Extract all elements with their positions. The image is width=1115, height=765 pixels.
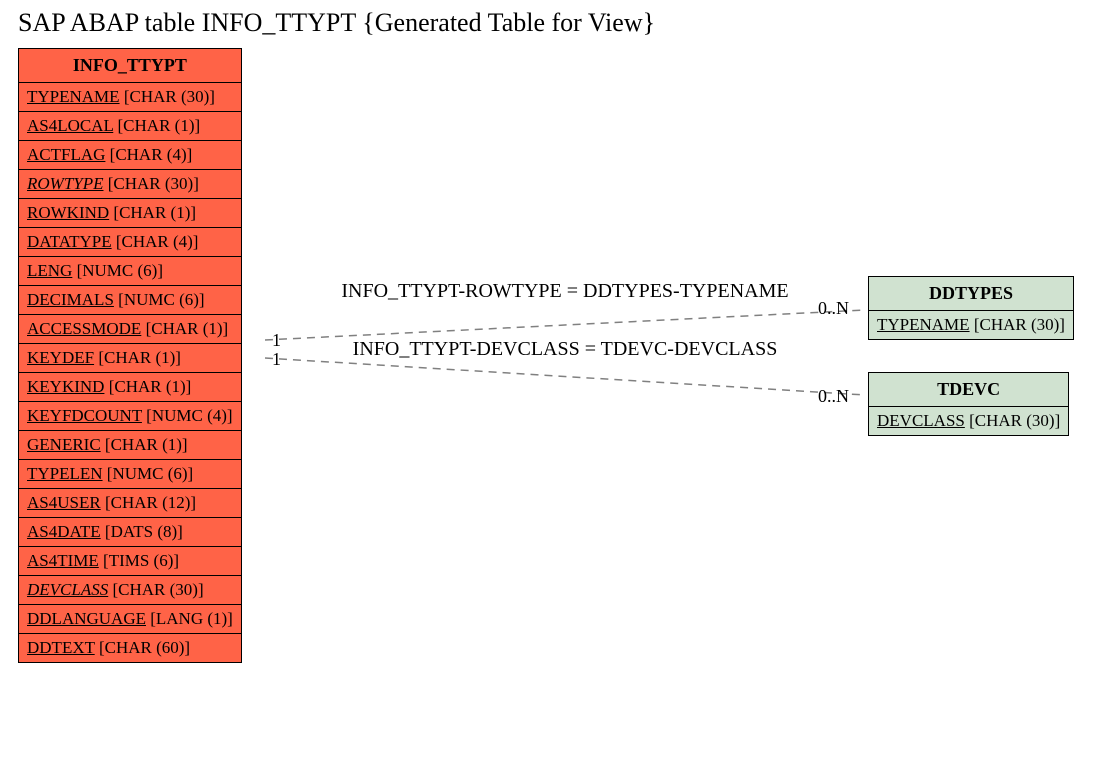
entity-info-ttypt: INFO_TTYPT TYPENAME [CHAR (30)]AS4LOCAL … — [18, 48, 242, 663]
relation-label-rowtype: INFO_TTYPT-ROWTYPE = DDTYPES-TYPENAME — [285, 280, 845, 303]
field-type: [NUMC (6)] — [77, 261, 163, 280]
field-row: TYPENAME [CHAR (30)] — [19, 83, 241, 112]
field-row: TYPELEN [NUMC (6)] — [19, 460, 241, 489]
field-row: DATATYPE [CHAR (4)] — [19, 228, 241, 257]
card-right-2: 0..N — [818, 386, 849, 407]
field-row: AS4USER [CHAR (12)] — [19, 489, 241, 518]
field-name: GENERIC — [27, 435, 101, 454]
field-type: [CHAR (1)] — [109, 377, 192, 396]
field-type: [CHAR (30)] — [969, 411, 1060, 430]
card-right-1: 0..N — [818, 298, 849, 319]
field-type: [CHAR (1)] — [146, 319, 229, 338]
field-row: AS4LOCAL [CHAR (1)] — [19, 112, 241, 141]
field-type: [CHAR (1)] — [98, 348, 181, 367]
field-name: ROWTYPE — [27, 174, 104, 193]
field-type: [CHAR (30)] — [108, 174, 199, 193]
field-name: TYPENAME — [877, 315, 970, 334]
field-type: [CHAR (1)] — [105, 435, 188, 454]
page-title: SAP ABAP table INFO_TTYPT {Generated Tab… — [18, 8, 655, 38]
field-name: AS4DATE — [27, 522, 101, 541]
field-type: [CHAR (30)] — [124, 87, 215, 106]
field-name: LENG — [27, 261, 72, 280]
field-type: [TIMS (6)] — [103, 551, 179, 570]
entity-tdevc-header: TDEVC — [869, 373, 1068, 407]
field-name: DECIMALS — [27, 290, 114, 309]
field-row: ACTFLAG [CHAR (4)] — [19, 141, 241, 170]
field-row: LENG [NUMC (6)] — [19, 257, 241, 286]
field-name: DEVCLASS — [27, 580, 108, 599]
field-row: TYPENAME [CHAR (30)] — [869, 311, 1073, 339]
entity-info-ttypt-header: INFO_TTYPT — [19, 49, 241, 83]
field-row: AS4DATE [DATS (8)] — [19, 518, 241, 547]
field-row: GENERIC [CHAR (1)] — [19, 431, 241, 460]
field-row: DECIMALS [NUMC (6)] — [19, 286, 241, 315]
field-row: KEYDEF [CHAR (1)] — [19, 344, 241, 373]
field-name: ACTFLAG — [27, 145, 105, 164]
field-row: DEVCLASS [CHAR (30)] — [19, 576, 241, 605]
field-type: [NUMC (6)] — [118, 290, 204, 309]
field-name: ACCESSMODE — [27, 319, 141, 338]
relation-label-devclass: INFO_TTYPT-DEVCLASS = TDEVC-DEVCLASS — [285, 338, 845, 361]
field-row: KEYFDCOUNT [NUMC (4)] — [19, 402, 241, 431]
field-type: [NUMC (6)] — [107, 464, 193, 483]
field-row: DEVCLASS [CHAR (30)] — [869, 407, 1068, 435]
field-row: ACCESSMODE [CHAR (1)] — [19, 315, 241, 344]
field-name: ROWKIND — [27, 203, 109, 222]
field-row: AS4TIME [TIMS (6)] — [19, 547, 241, 576]
card-left-2: 1 — [272, 349, 281, 370]
field-row: DDTEXT [CHAR (60)] — [19, 634, 241, 662]
field-row: DDLANGUAGE [LANG (1)] — [19, 605, 241, 634]
field-type: [LANG (1)] — [150, 609, 233, 628]
field-name: KEYKIND — [27, 377, 104, 396]
field-name: AS4USER — [27, 493, 101, 512]
field-row: KEYKIND [CHAR (1)] — [19, 373, 241, 402]
field-name: DDLANGUAGE — [27, 609, 146, 628]
field-type: [DATS (8)] — [105, 522, 183, 541]
field-type: [CHAR (4)] — [116, 232, 199, 251]
field-type: [NUMC (4)] — [146, 406, 232, 425]
field-name: AS4LOCAL — [27, 116, 113, 135]
field-name: KEYDEF — [27, 348, 94, 367]
field-name: DATATYPE — [27, 232, 112, 251]
field-type: [CHAR (12)] — [105, 493, 196, 512]
field-row: ROWTYPE [CHAR (30)] — [19, 170, 241, 199]
field-type: [CHAR (60)] — [99, 638, 190, 657]
field-type: [CHAR (30)] — [974, 315, 1065, 334]
field-name: DEVCLASS — [877, 411, 965, 430]
field-type: [CHAR (1)] — [118, 116, 201, 135]
field-type: [CHAR (30)] — [112, 580, 203, 599]
field-type: [CHAR (4)] — [110, 145, 193, 164]
field-name: DDTEXT — [27, 638, 95, 657]
card-left-1: 1 — [272, 330, 281, 351]
field-name: AS4TIME — [27, 551, 99, 570]
field-name: TYPELEN — [27, 464, 103, 483]
field-name: TYPENAME — [27, 87, 120, 106]
entity-tdevc: TDEVC DEVCLASS [CHAR (30)] — [868, 372, 1069, 436]
field-name: KEYFDCOUNT — [27, 406, 142, 425]
entity-ddtypes-header: DDTYPES — [869, 277, 1073, 311]
field-row: ROWKIND [CHAR (1)] — [19, 199, 241, 228]
field-type: [CHAR (1)] — [113, 203, 196, 222]
entity-ddtypes: DDTYPES TYPENAME [CHAR (30)] — [868, 276, 1074, 340]
